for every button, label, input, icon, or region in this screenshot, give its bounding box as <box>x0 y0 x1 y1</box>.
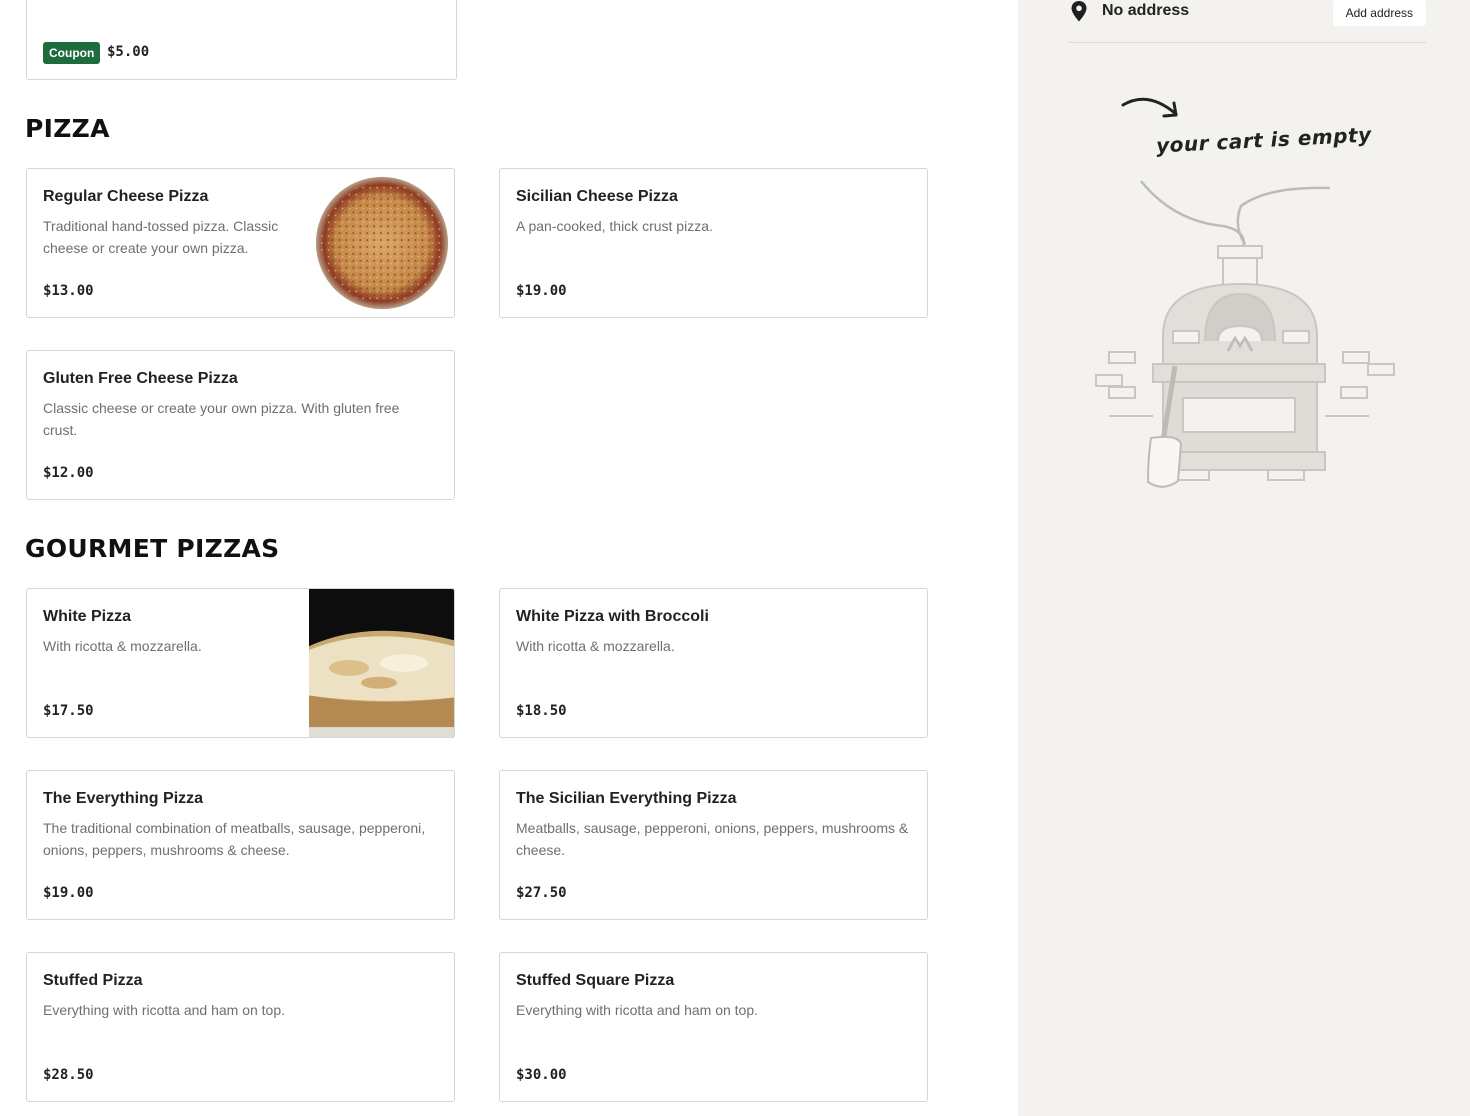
white-pizza-slice-image <box>309 589 454 737</box>
item-price: $18.50 <box>516 703 567 719</box>
pizza-oven-illustration <box>1095 180 1395 488</box>
item-description: With ricotta & mozzarella. <box>516 638 675 654</box>
address-text: No address <box>1102 2 1190 19</box>
item-name: The Everything Pizza <box>43 790 204 807</box>
item-price: $12.00 <box>43 465 94 481</box>
item-name: White Pizza <box>43 608 132 625</box>
item-description: Meatballs, sausage, pepperoni, onions, p… <box>516 820 909 858</box>
coupon-card[interactable]: Coupon $5.00 <box>26 0 457 80</box>
item-description: Everything with ricotta and ham on top. <box>43 1002 286 1018</box>
menu-item-card[interactable]: White Pizza With ricotta & mozzarella. $… <box>26 588 455 738</box>
cart-empty-text: your cart is empty <box>1155 122 1373 158</box>
menu-item-card[interactable]: The Sicilian Everything Pizza Meatballs,… <box>499 770 928 920</box>
menu-item-card[interactable]: Sicilian Cheese Pizza A pan-cooked, thic… <box>499 168 928 318</box>
item-name: Gluten Free Cheese Pizza <box>43 370 238 387</box>
menu-item-card[interactable]: Stuffed Pizza Everything with ricotta an… <box>26 952 455 1102</box>
coupon-price: $5.00 <box>107 44 150 60</box>
section-title-pizza: PIZZA <box>25 114 110 143</box>
menu-item-card[interactable]: Stuffed Square Pizza Everything with ric… <box>499 952 928 1102</box>
address-row: No address Add address <box>1068 0 1426 43</box>
item-price: $13.00 <box>43 283 94 299</box>
cart-sidebar: No address Add address your cart is empt… <box>1018 0 1470 1116</box>
coupon-badge: Coupon <box>43 42 101 64</box>
item-name: Stuffed Pizza <box>43 972 143 989</box>
item-name: Stuffed Square Pizza <box>516 972 675 989</box>
section-title-gourmet-pizzas: GOURMET PIZZAS <box>25 534 280 563</box>
menu-item-card[interactable]: White Pizza with Broccoli With ricotta &… <box>499 588 928 738</box>
item-price: $17.50 <box>43 703 94 719</box>
item-description: Traditional hand-tossed pizza. Classic c… <box>43 218 279 256</box>
add-address-button[interactable]: Add address <box>1332 0 1426 26</box>
menu-item-card[interactable]: Gluten Free Cheese Pizza Classic cheese … <box>26 350 455 500</box>
menu-panel: Coupon $5.00 PIZZA Regular Cheese Pizza … <box>0 0 1018 1116</box>
item-description: Everything with ricotta and ham on top. <box>516 1002 759 1018</box>
item-description: Classic cheese or create your own pizza.… <box>43 400 400 438</box>
item-price: $19.00 <box>516 283 567 299</box>
item-name: The Sicilian Everything Pizza <box>516 790 737 807</box>
item-name: Sicilian Cheese Pizza <box>516 188 678 205</box>
item-name: White Pizza with Broccoli <box>516 608 709 625</box>
item-description: With ricotta & mozzarella. <box>43 638 202 654</box>
menu-item-card[interactable]: The Everything Pizza The traditional com… <box>26 770 455 920</box>
item-name: Regular Cheese Pizza <box>43 188 209 205</box>
item-price: $19.00 <box>43 885 94 901</box>
round-cheese-pizza-image <box>315 176 449 310</box>
item-description: The traditional combination of meatballs… <box>43 820 426 858</box>
arrow-icon <box>1121 97 1178 118</box>
item-price: $30.00 <box>516 1067 567 1083</box>
item-description: A pan-cooked, thick crust pizza. <box>516 218 713 234</box>
item-price: $27.50 <box>516 885 567 901</box>
item-price: $28.50 <box>43 1067 94 1083</box>
menu-item-card[interactable]: Regular Cheese Pizza Traditional hand-to… <box>26 168 455 318</box>
location-pin-icon <box>1071 1 1087 22</box>
